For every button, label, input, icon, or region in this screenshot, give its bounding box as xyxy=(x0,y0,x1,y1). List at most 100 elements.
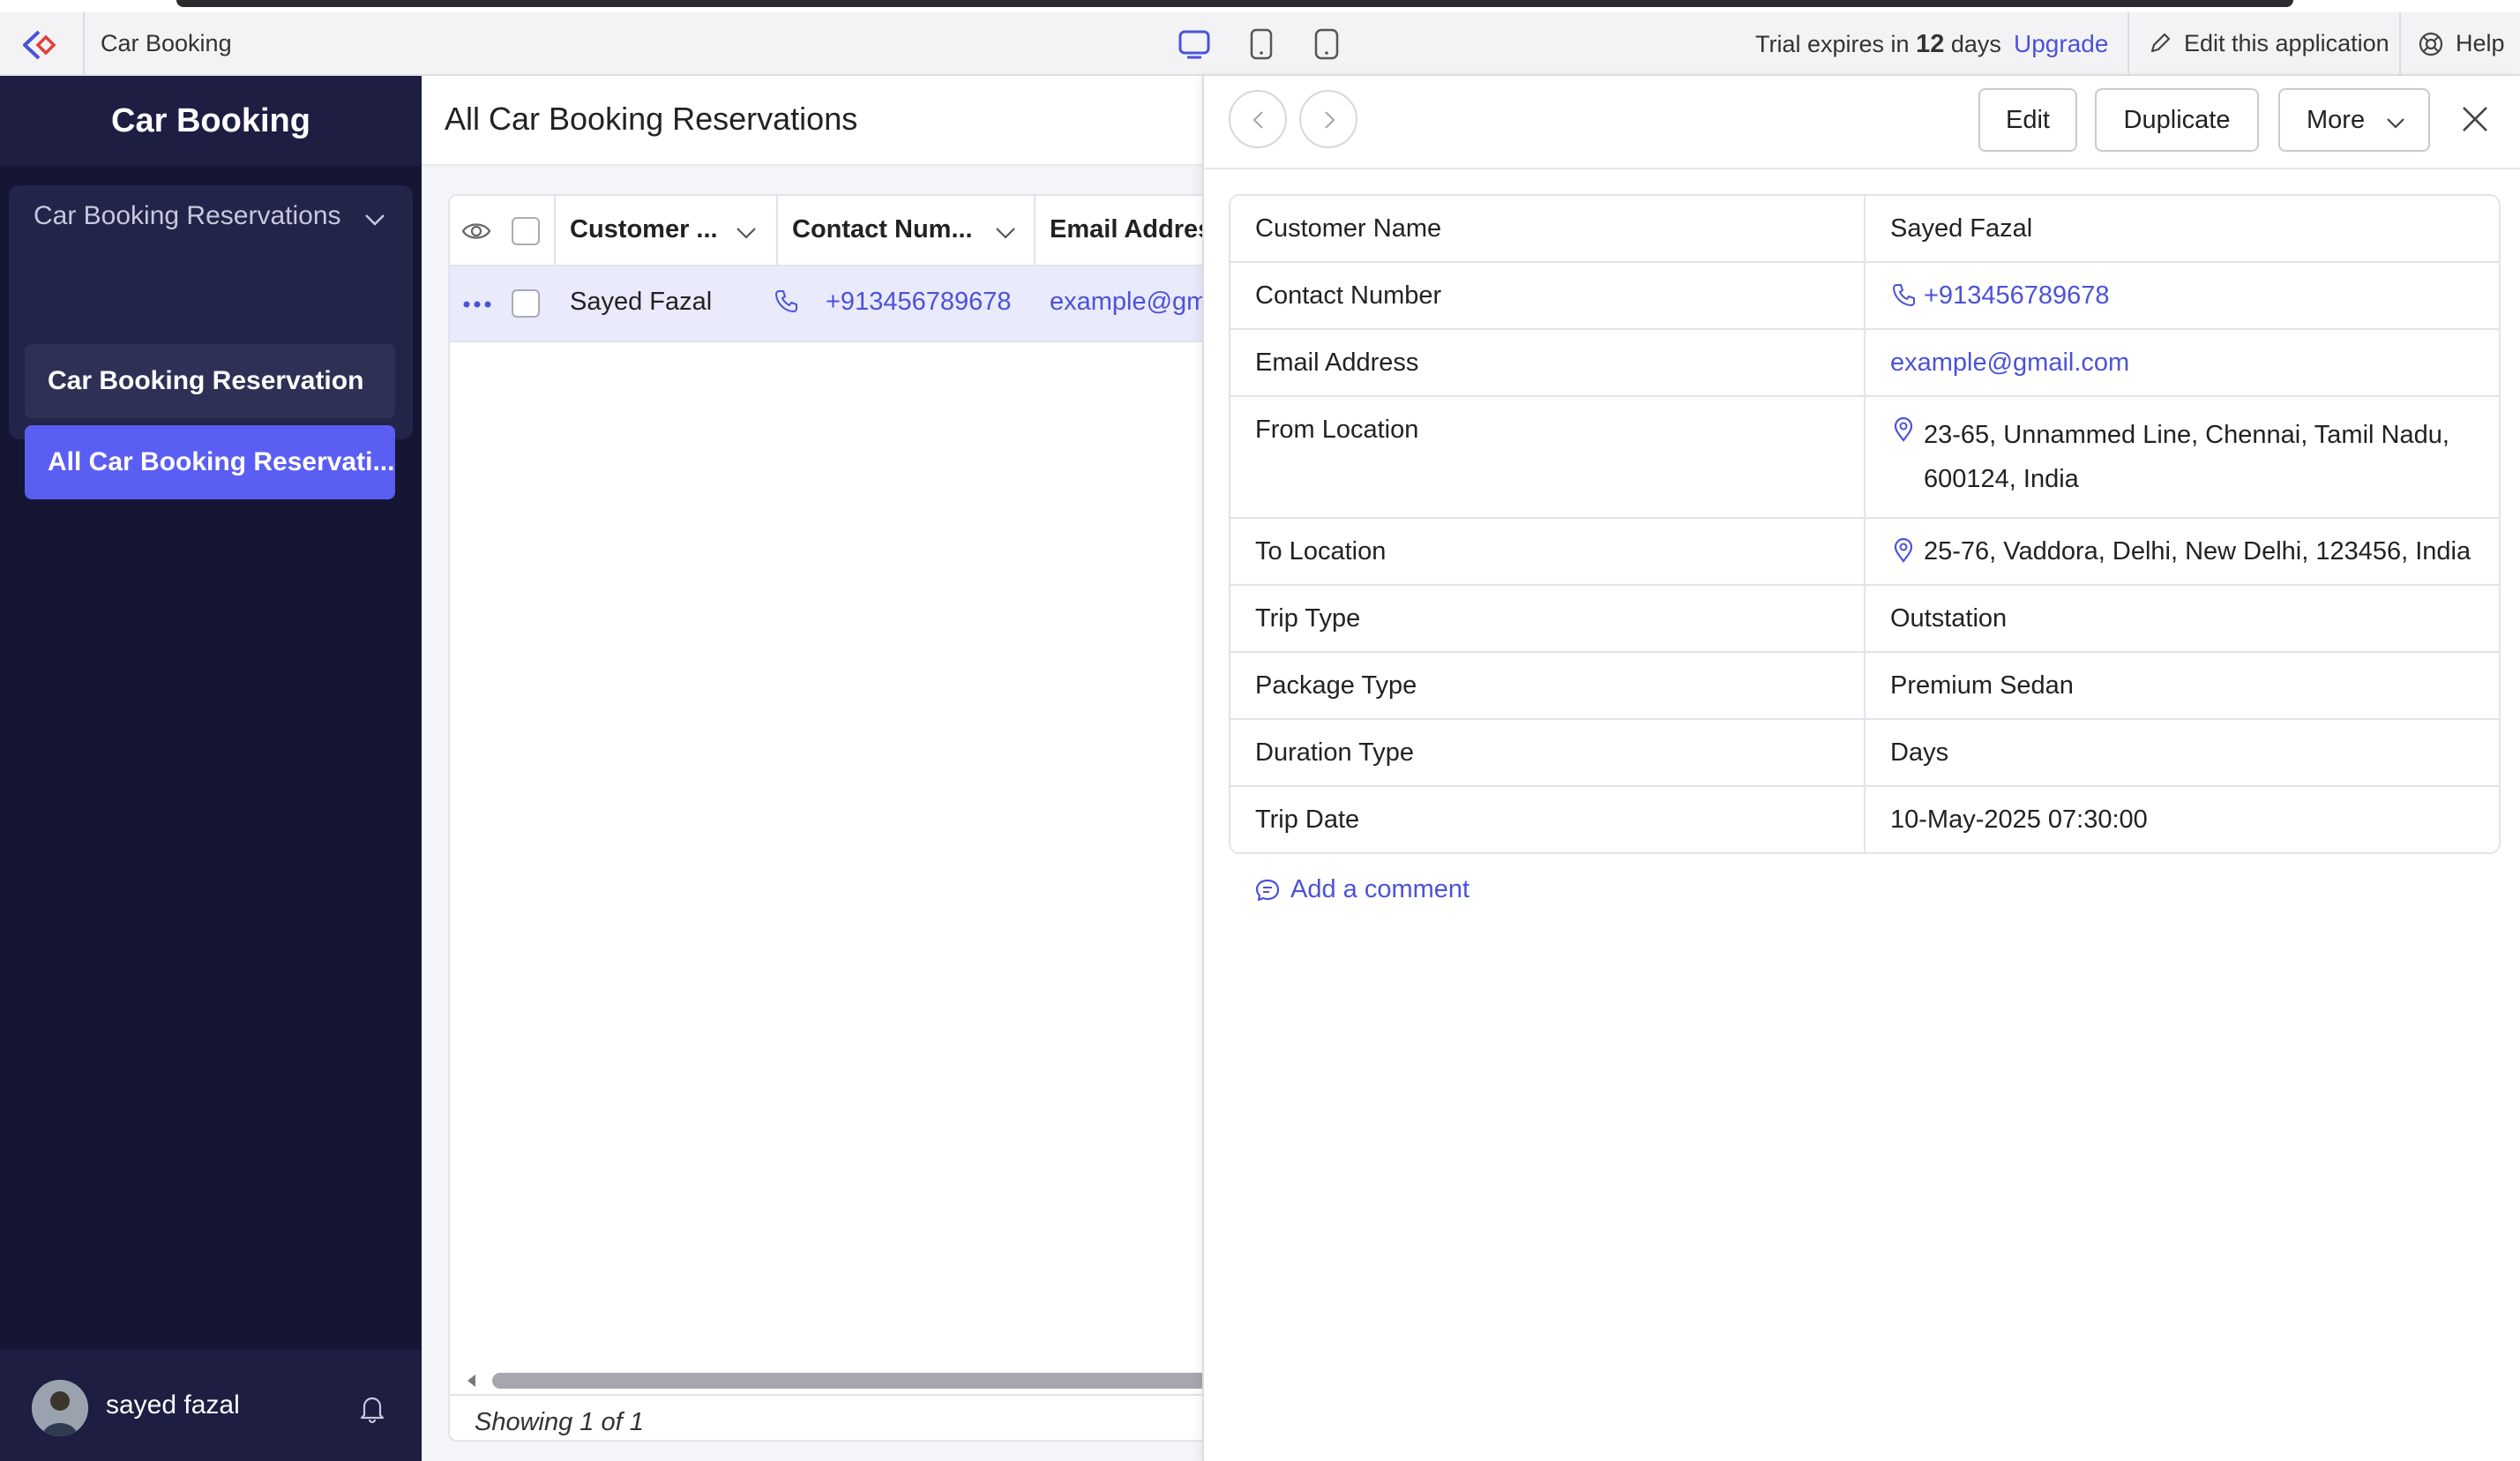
divider xyxy=(2127,12,2129,76)
field-label: Trip Date xyxy=(1230,787,1866,852)
more-button[interactable]: More xyxy=(2278,88,2430,152)
to-location-text: 25-76, Vaddora, Delhi, New Delhi, 123456… xyxy=(1924,537,2471,566)
detail-panel: Edit Duplicate More Customer Name Sayed … xyxy=(1202,76,2520,1461)
divider xyxy=(2399,12,2401,76)
chevron-down-icon[interactable] xyxy=(734,221,759,245)
reservations-table: Customer ... Contact Num... Email Addres… xyxy=(448,194,1242,1442)
top-bar: Car Booking Trial expires in 12 days Upg… xyxy=(0,12,2520,76)
sidebar-title: Car Booking xyxy=(0,76,422,166)
chevron-down-icon[interactable] xyxy=(362,206,388,233)
detail-row: Trip Date 10-May-2025 07:30:00 xyxy=(1230,787,2499,852)
record-details-table: Customer Name Sayed Fazal Contact Number… xyxy=(1229,194,2501,854)
column-header-email[interactable]: Email Addres xyxy=(1050,215,1212,244)
contact-number-link[interactable]: +913456789678 xyxy=(1866,263,2499,328)
desktop-icon[interactable] xyxy=(1177,26,1212,62)
location-pin-icon xyxy=(1894,416,1913,442)
field-label: To Location xyxy=(1230,519,1866,584)
table-footer: Showing 1 of 1 xyxy=(450,1394,1240,1440)
record-count: Showing 1 of 1 xyxy=(475,1408,644,1436)
field-label: Package Type xyxy=(1230,653,1866,718)
cell-contact-link[interactable]: +913456789678 xyxy=(826,288,1011,317)
sidebar-group: Car Booking Reservations Car Booking Res… xyxy=(9,185,413,499)
sidebar-item-all-car-booking-reservations[interactable]: All Car Booking Reservati... xyxy=(25,425,395,499)
field-label: Email Address xyxy=(1230,330,1866,395)
duplicate-button[interactable]: Duplicate xyxy=(2095,88,2259,152)
from-location-value[interactable]: 23-65, Unnammed Line, Chennai, Tamil Nad… xyxy=(1866,397,2499,517)
list-header: All Car Booking Reservations xyxy=(422,76,1202,166)
field-label: Contact Number xyxy=(1230,263,1866,328)
field-label: Duration Type xyxy=(1230,720,1866,785)
detail-row: Customer Name Sayed Fazal xyxy=(1230,196,2499,263)
column-header-customer[interactable]: Customer ... xyxy=(570,215,718,244)
chevron-down-icon[interactable] xyxy=(993,221,1018,245)
list-area: All Car Booking Reservations Customer ..… xyxy=(422,76,1242,1461)
column-header-contact[interactable]: Contact Num... xyxy=(792,215,973,244)
bell-icon[interactable] xyxy=(356,1392,388,1424)
next-record-button[interactable] xyxy=(1299,90,1357,148)
from-location-text: 23-65, Unnammed Line, Chennai, Tamil Nad… xyxy=(1924,421,2449,493)
help-icon xyxy=(2417,30,2445,58)
user-bar: sayed fazal xyxy=(0,1350,422,1461)
close-icon[interactable] xyxy=(2458,102,2492,136)
select-all-checkbox[interactable] xyxy=(512,217,540,245)
field-label: Customer Name xyxy=(1230,196,1866,261)
phone-icon xyxy=(1893,284,1915,306)
tablet-icon[interactable] xyxy=(1244,26,1279,62)
contact-number-value: +913456789678 xyxy=(1924,281,2110,310)
user-name: sayed fazal xyxy=(106,1390,240,1420)
trial-suffix: days xyxy=(1950,31,2001,57)
add-comment-link[interactable]: Add a comment xyxy=(1253,875,1469,904)
sidebar: Car Booking Car Booking Reservations Car… xyxy=(0,76,422,1461)
field-value: Outstation xyxy=(1890,604,2008,633)
previous-record-button[interactable] xyxy=(1229,90,1287,148)
mobile-icon[interactable] xyxy=(1309,26,1344,62)
trial-days: 12 xyxy=(1916,30,1945,58)
eye-icon[interactable] xyxy=(460,215,492,247)
detail-row: From Location 23-65, Unnammed Line, Chen… xyxy=(1230,397,2499,519)
row-checkbox[interactable] xyxy=(512,289,540,318)
detail-row: Email Address example@gmail.com xyxy=(1230,330,2499,397)
sidebar-group-label[interactable]: Car Booking Reservations xyxy=(34,201,341,231)
field-label: From Location xyxy=(1230,397,1866,517)
more-button-label: More xyxy=(2307,106,2366,134)
to-location-value[interactable]: 25-76, Vaddora, Delhi, New Delhi, 123456… xyxy=(1866,519,2499,584)
sidebar-item-car-booking-reservation[interactable]: Car Booking Reservation xyxy=(25,344,395,418)
field-label: Trip Type xyxy=(1230,586,1866,651)
field-value: Premium Sedan xyxy=(1890,671,2074,700)
horizontal-scrollbar[interactable] xyxy=(450,1367,1240,1392)
pencil-icon xyxy=(2147,30,2173,56)
field-value: Days xyxy=(1890,738,1949,767)
detail-row: Package Type Premium Sedan xyxy=(1230,653,2499,720)
detail-row: Duration Type Days xyxy=(1230,720,2499,787)
email-link[interactable]: example@gmail.com xyxy=(1866,330,2499,395)
scrollbar-thumb[interactable] xyxy=(492,1373,1240,1389)
detail-row: To Location 25-76, Vaddora, Delhi, New D… xyxy=(1230,519,2499,586)
detail-toolbar: Edit Duplicate More xyxy=(1204,76,2520,169)
cell-customer: Sayed Fazal xyxy=(570,288,713,316)
detail-row: Contact Number +913456789678 xyxy=(1230,263,2499,330)
table-header: Customer ... Contact Num... Email Addres xyxy=(450,196,1240,266)
detail-row: Trip Type Outstation xyxy=(1230,586,2499,653)
page-title: All Car Booking Reservations xyxy=(445,101,858,137)
app-logo-icon[interactable] xyxy=(19,28,64,62)
edit-application-link[interactable]: Edit this application xyxy=(2184,30,2389,57)
chevron-down-icon xyxy=(2387,118,2404,129)
more-dots-icon[interactable] xyxy=(460,293,494,316)
edit-button[interactable]: Edit xyxy=(1978,88,2077,152)
scroll-left-icon[interactable] xyxy=(464,1373,480,1389)
location-pin-icon xyxy=(1894,537,1913,563)
browser-edge xyxy=(0,0,2520,12)
add-comment-label: Add a comment xyxy=(1290,875,1470,903)
app-name: Car Booking xyxy=(101,30,232,56)
table-row[interactable]: Sayed Fazal +913456789678 example@gm xyxy=(450,266,1240,342)
avatar[interactable] xyxy=(32,1380,88,1436)
comment-icon xyxy=(1255,879,1280,901)
browser-tab-strip xyxy=(176,0,2293,7)
trial-prefix: Trial expires in xyxy=(1755,31,1910,57)
phone-icon xyxy=(773,288,799,314)
upgrade-link[interactable]: Upgrade xyxy=(2014,30,2108,58)
help-link[interactable]: Help xyxy=(2456,30,2505,57)
cell-email-link[interactable]: example@gm xyxy=(1050,288,1208,317)
trial-notice: Trial expires in 12 days xyxy=(1755,30,2001,59)
divider xyxy=(83,12,85,76)
